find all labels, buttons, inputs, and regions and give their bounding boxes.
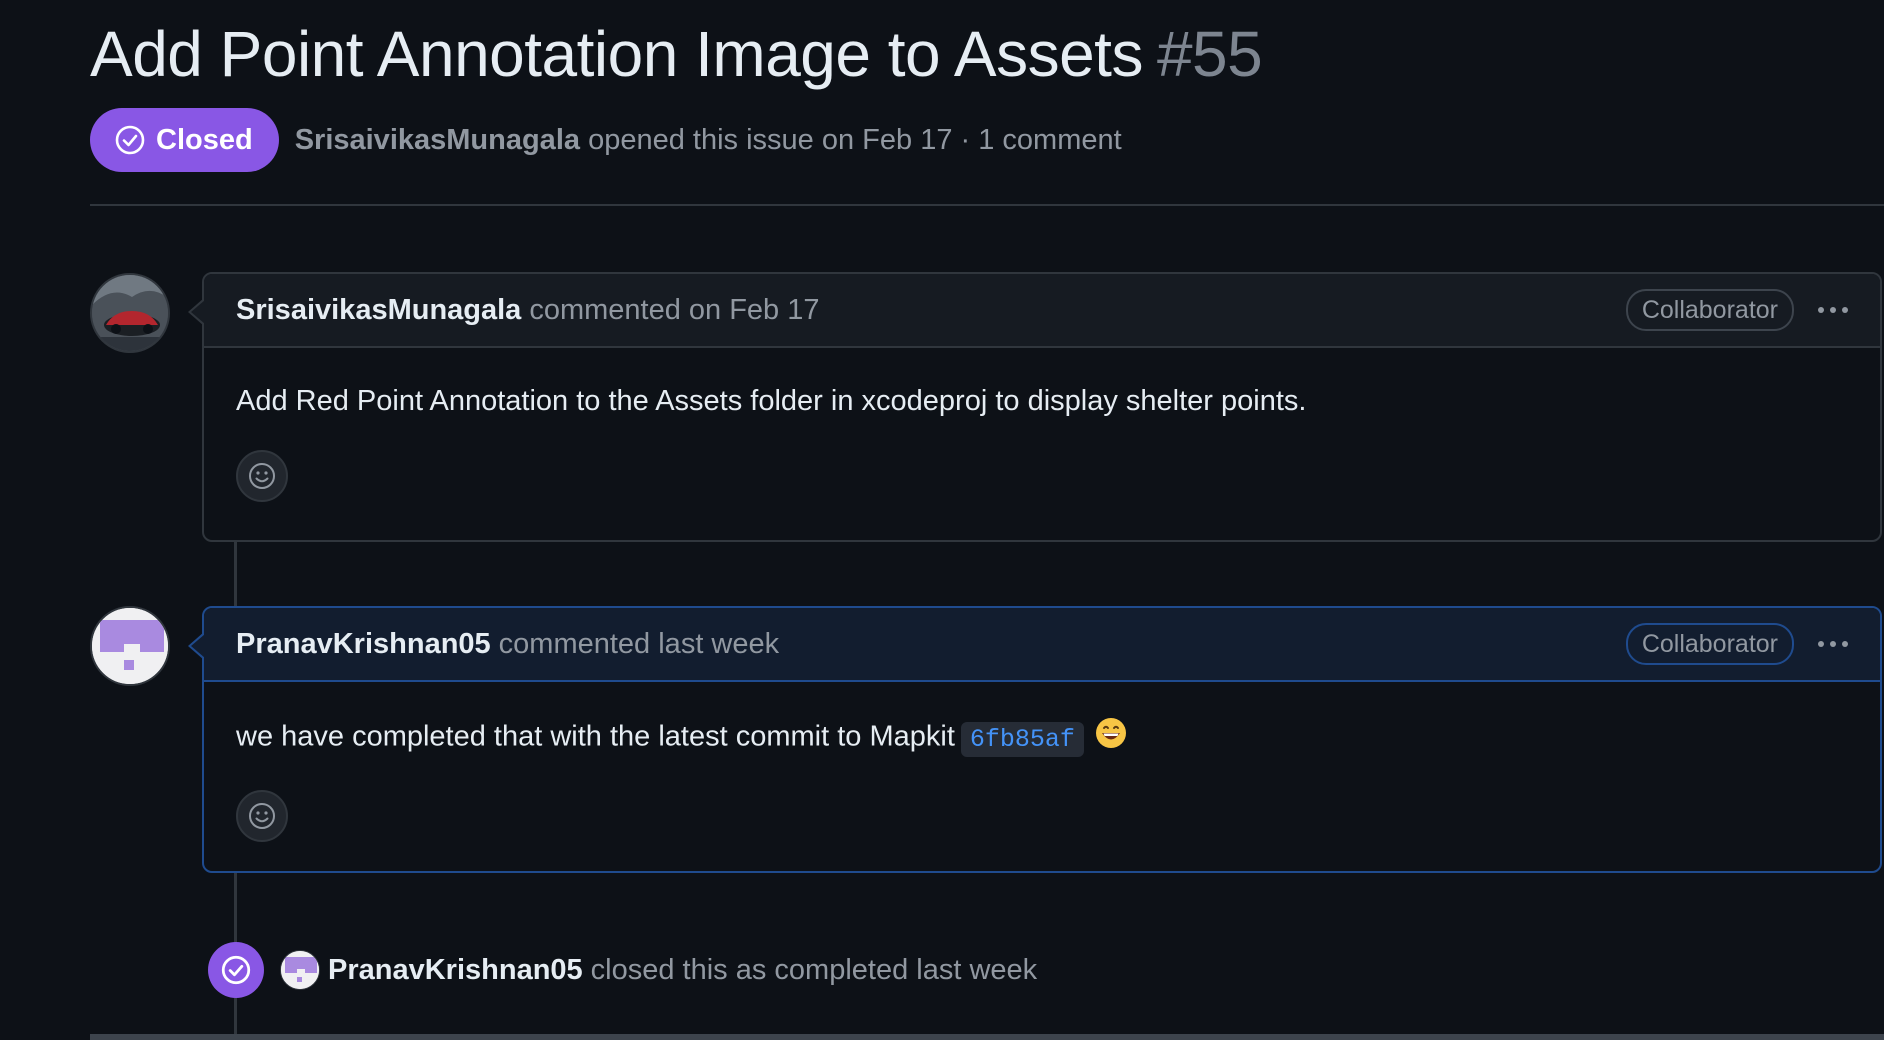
- collaborator-badge: Collaborator: [1625, 289, 1794, 331]
- commit-sha-link[interactable]: 6fb85af: [960, 721, 1084, 757]
- issue-page: Add Point Annotation Image to Assets #55 …: [90, 0, 1884, 1040]
- event-actor-link[interactable]: PranavKrishnan05: [328, 954, 583, 987]
- issue-author-link[interactable]: SrisaivikasMunagala: [295, 124, 580, 156]
- comment-card: SrisaivikasMunagala commented on Feb 17 …: [188, 272, 1882, 542]
- comment-body-text: we have completed that with the latest c…: [236, 720, 955, 753]
- bottom-divider: [90, 1034, 1884, 1040]
- add-reaction-button[interactable]: [236, 790, 288, 842]
- comment-body: Add Red Point Annotation to the Assets f…: [236, 385, 1307, 417]
- kebab-menu-icon[interactable]: [1818, 641, 1848, 647]
- identicon-avatar[interactable]: [90, 606, 170, 686]
- issue-status-row: Closed SrisaivikasMunagala opened this i…: [90, 108, 1122, 172]
- issue-meta: SrisaivikasMunagala opened this issue on…: [295, 124, 1122, 157]
- collaborator-badge: Collaborator: [1625, 623, 1794, 665]
- comment-body: we have completed that with the latest c…: [204, 682, 1880, 760]
- profile-avatar[interactable]: [90, 273, 170, 353]
- comment-header: SrisaivikasMunagala commented on Feb 17 …: [204, 274, 1880, 348]
- comment-card: PranavKrishnan05 commented last week Col…: [188, 606, 1882, 873]
- comment-pointer: [188, 632, 205, 660]
- comment-pointer: [188, 298, 205, 326]
- smiley-icon: [249, 463, 275, 489]
- comment-header: PranavKrishnan05 commented last week Col…: [204, 608, 1880, 682]
- state-badge: Closed: [90, 108, 279, 172]
- issue-number: #55: [1156, 18, 1263, 90]
- identicon-avatar[interactable]: [280, 950, 320, 990]
- comment-timestamp[interactable]: commented on Feb 17: [529, 294, 819, 327]
- header-divider: [90, 204, 1884, 206]
- smiley-icon: [249, 803, 275, 829]
- comment-author-link[interactable]: SrisaivikasMunagala: [236, 294, 521, 327]
- check-circle-icon: [208, 942, 264, 998]
- check-circle-icon: [115, 125, 145, 155]
- issue-opened-text: opened this issue on Feb 17 · 1 comment: [588, 123, 1122, 156]
- comment-timestamp[interactable]: commented last week: [499, 628, 779, 661]
- event-description: closed this as completed last week: [590, 953, 1038, 986]
- issue-title-text: Add Point Annotation Image to Assets: [90, 18, 1143, 90]
- issue-title: Add Point Annotation Image to Assets #55: [90, 18, 1263, 90]
- state-label: Closed: [156, 123, 253, 156]
- add-reaction-button[interactable]: [236, 450, 288, 502]
- comment-author-link[interactable]: PranavKrishnan05: [236, 628, 491, 661]
- closed-event: PranavKrishnan05 closed this as complete…: [208, 942, 1037, 998]
- grinning-face-emoji: [1094, 716, 1128, 760]
- kebab-menu-icon[interactable]: [1818, 307, 1848, 313]
